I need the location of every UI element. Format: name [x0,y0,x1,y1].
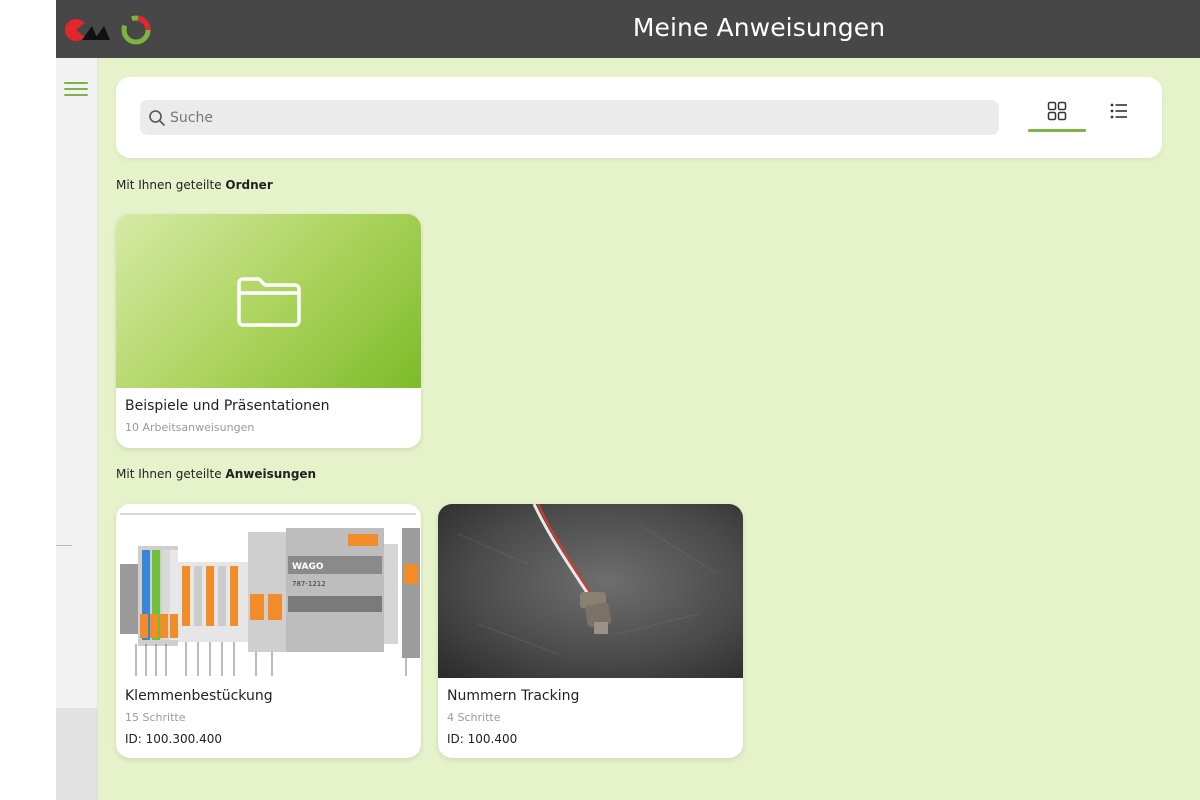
sidebar-footer [56,708,98,800]
search-icon [149,109,165,126]
instruction-steps: 4 Schritte [447,711,501,724]
folder-card[interactable]: Beispiele und Präsentationen 10 Arbeitsa… [116,214,421,448]
instruction-title: Nummern Tracking [447,688,580,704]
instruction-id: ID: 100.400 [447,732,518,746]
folder-icon [236,277,301,327]
instruction-title: Klemmenbestückung [125,688,273,704]
instruction-card[interactable]: WAGO 787-1212 Klemmenbestückung 15 Schri… [116,504,421,758]
instructions-section-label: Mit Ihnen geteilte Anweisungen [116,467,316,481]
folder-count: 10 Arbeitsanweisungen [125,421,255,434]
folders-section-label: Mit Ihnen geteilte Ordner [116,178,273,192]
active-view-indicator [1028,129,1086,132]
wago-model-label: 787-1212 [292,580,326,588]
grid-view-button[interactable] [1028,96,1086,136]
search-input[interactable] [170,109,970,126]
section-prefix: Mit Ihnen geteilte [116,467,226,481]
folder-thumbnail [116,214,421,388]
search-bar[interactable] [140,100,999,135]
instruction-card[interactable]: Nummern Tracking 4 Schritte ID: 100.400 [438,504,743,758]
menu-icon[interactable] [64,82,88,98]
section-prefix: Mit Ihnen geteilte [116,178,226,192]
folder-title: Beispiele und Präsentationen [125,398,330,414]
sidebar-divider [56,545,72,546]
sensor-photo-image [438,504,743,678]
page-title: Meine Anweisungen [632,13,886,42]
sidebar [56,58,98,708]
section-strong: Anweisungen [225,467,317,481]
svg-text:WAGO: WAGO [292,562,324,572]
instruction-thumbnail [438,504,743,678]
list-icon [1110,103,1127,119]
instruction-id: ID: 100.300.400 [125,732,222,746]
instruction-steps: 15 Schritte [125,711,186,724]
list-view-button[interactable] [1090,96,1148,136]
grid-icon [1047,101,1067,121]
section-strong: Ordner [225,178,273,192]
terminal-diagram-image: WAGO 787-1212 [116,504,421,678]
instruction-thumbnail: WAGO 787-1212 [116,504,421,678]
